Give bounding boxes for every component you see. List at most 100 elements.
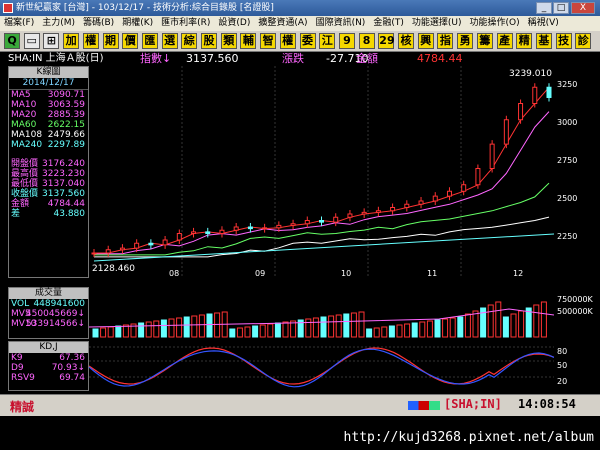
ma-label: MA240: [11, 140, 43, 150]
volume-bar: [198, 314, 205, 338]
vol-row: MV5 450045669↓: [9, 309, 88, 319]
toolbar-button-12[interactable]: 輔: [240, 33, 257, 49]
menu-item-6[interactable]: 擴整資通(A): [254, 16, 311, 31]
toolbar-button-15[interactable]: 委: [299, 33, 316, 49]
price-axis-tick: 2750: [557, 156, 578, 165]
candle-body: [148, 242, 154, 246]
toolbar-button-6[interactable]: 價: [122, 33, 139, 49]
ma-value: 2622.15: [47, 120, 85, 130]
toolbar-button-3[interactable]: 加: [63, 33, 80, 49]
menu-item-5[interactable]: 設資(D): [214, 16, 254, 31]
price-axis: 3250 3000 2750 2500 2250: [554, 66, 600, 278]
price-label: 最高價: [11, 169, 39, 179]
toolbar-button-16[interactable]: 江: [319, 33, 336, 49]
volume-bar: [343, 313, 350, 338]
menu-item-2[interactable]: 籌碼(B): [79, 16, 118, 31]
toolbar-button-28[interactable]: 技: [555, 33, 572, 49]
toolbar-button-17[interactable]: 9: [338, 33, 355, 49]
candle-body: [375, 210, 381, 213]
volume-bar: [244, 326, 251, 338]
window-icon[interactable]: ▭: [23, 33, 40, 49]
kd-chart[interactable]: [88, 341, 555, 391]
menu-item-4[interactable]: 匯市利率(R): [157, 16, 214, 31]
volume-bar: [335, 314, 342, 338]
month-label: 09: [255, 269, 265, 278]
volume-bar: [449, 317, 456, 338]
price-list: 開盤價 3176.240 最高價 3223.230 最低價 3137.040 收盤價 3137…: [9, 159, 88, 219]
menu-item-3[interactable]: 期權(K): [118, 16, 157, 31]
toolbar-button-4[interactable]: 權: [82, 33, 99, 49]
toolbar-button-23[interactable]: 勇: [457, 33, 474, 49]
toolbar-button-18[interactable]: 8: [358, 33, 375, 49]
volume-bar: [495, 301, 502, 338]
toolbar-button-27[interactable]: 基: [535, 33, 552, 49]
candle-body: [319, 220, 324, 223]
menu-item-8[interactable]: 金融(T): [369, 16, 408, 31]
toolbar-button-5[interactable]: 期: [102, 33, 119, 49]
candle-body: [205, 231, 211, 234]
volume-bar: [92, 328, 99, 338]
price-label: 金額: [11, 199, 30, 209]
menu-item-1[interactable]: 主力(M): [38, 16, 79, 31]
ma-row: MA108 2479.66: [9, 130, 88, 140]
candle-body: [119, 247, 125, 251]
volume-bar: [396, 324, 403, 338]
maximize-button[interactable]: □: [553, 2, 569, 14]
toolbar-button-10[interactable]: 股: [201, 33, 217, 49]
ma-label: MA60: [11, 120, 37, 130]
index-value: 3137.560: [186, 52, 239, 65]
app-icon: [3, 3, 13, 13]
ma-value: 2885.39: [47, 110, 85, 120]
candle-body: [404, 203, 410, 208]
amount-value: 4784.44: [417, 52, 463, 65]
grid-icon[interactable]: ⊞: [43, 33, 60, 49]
toolbar-button-21[interactable]: 興: [417, 33, 434, 49]
close-button[interactable]: X: [571, 2, 595, 14]
toolbar-button-9[interactable]: 綜: [181, 33, 198, 49]
minimize-button[interactable]: _: [536, 2, 552, 14]
candle-body: [503, 119, 509, 145]
volume-bar: [472, 310, 479, 338]
toolbar-button-7[interactable]: 匯: [141, 33, 158, 49]
toolbar-button-8[interactable]: 選: [161, 33, 178, 49]
volume-bar: [282, 321, 289, 338]
toolbar-button-19[interactable]: 29: [378, 33, 395, 49]
price-label: 開盤價: [11, 159, 39, 169]
volume-bar: [305, 318, 312, 338]
volume-bar: [274, 322, 281, 338]
clock: 14:08:54: [518, 397, 576, 411]
volume-bar: [107, 326, 114, 338]
status-symbol[interactable]: [SHA;IN]: [444, 397, 502, 411]
toolbar-button-22[interactable]: 指: [437, 33, 454, 49]
search-icon[interactable]: Q: [4, 33, 20, 49]
toolbar-button-25[interactable]: 產: [496, 33, 513, 49]
window-title: 新世紀贏家 [台灣] - 103/12/17 - 技術分析:綜合目錄股 [名證股…: [16, 3, 274, 13]
candlestick-svg: 3239.010 2128.460 08 09 10 11 12: [91, 66, 555, 278]
kd-row: D9 70.93↓: [9, 363, 88, 373]
menu-item-0[interactable]: 檔案(F): [0, 16, 38, 31]
toolbar-button-24[interactable]: 籌: [476, 33, 493, 49]
volume-axis-tick: 500000K: [557, 307, 593, 316]
index-label: 指數↓: [140, 52, 172, 65]
candlestick-chart[interactable]: 3239.010 2128.460 08 09 10 11 12: [89, 66, 555, 278]
menu-item-9[interactable]: 功能選擇(U): [408, 16, 466, 31]
toolbar-button-14[interactable]: 權: [279, 33, 296, 49]
kd-value: 67.36: [59, 353, 85, 363]
toolbar-button-13[interactable]: 智: [260, 33, 277, 49]
menu-item-10[interactable]: 功能操作(O): [465, 16, 523, 31]
toolbar-button-11[interactable]: 類: [220, 33, 237, 49]
toolbar-button-29[interactable]: 診: [575, 33, 592, 49]
volume-bar: [426, 320, 433, 338]
toolbar-button-20[interactable]: 核: [398, 33, 414, 49]
candle-body: [461, 184, 467, 192]
symbol-label: SHA;IN 上海Ａ股(日): [8, 53, 104, 64]
toolbar-button-26[interactable]: 精: [516, 33, 533, 49]
menu-item-7[interactable]: 國際資訊(N): [312, 16, 370, 31]
volume-chart[interactable]: [88, 287, 555, 339]
kd-axis-tick: 20: [557, 377, 568, 386]
menu-item-11[interactable]: 稱視(V): [524, 16, 563, 31]
volume-bar: [518, 310, 525, 338]
volume-axis: 750000K 500000K: [554, 287, 600, 339]
volume-bar: [442, 318, 449, 338]
volume-bar: [259, 324, 266, 338]
